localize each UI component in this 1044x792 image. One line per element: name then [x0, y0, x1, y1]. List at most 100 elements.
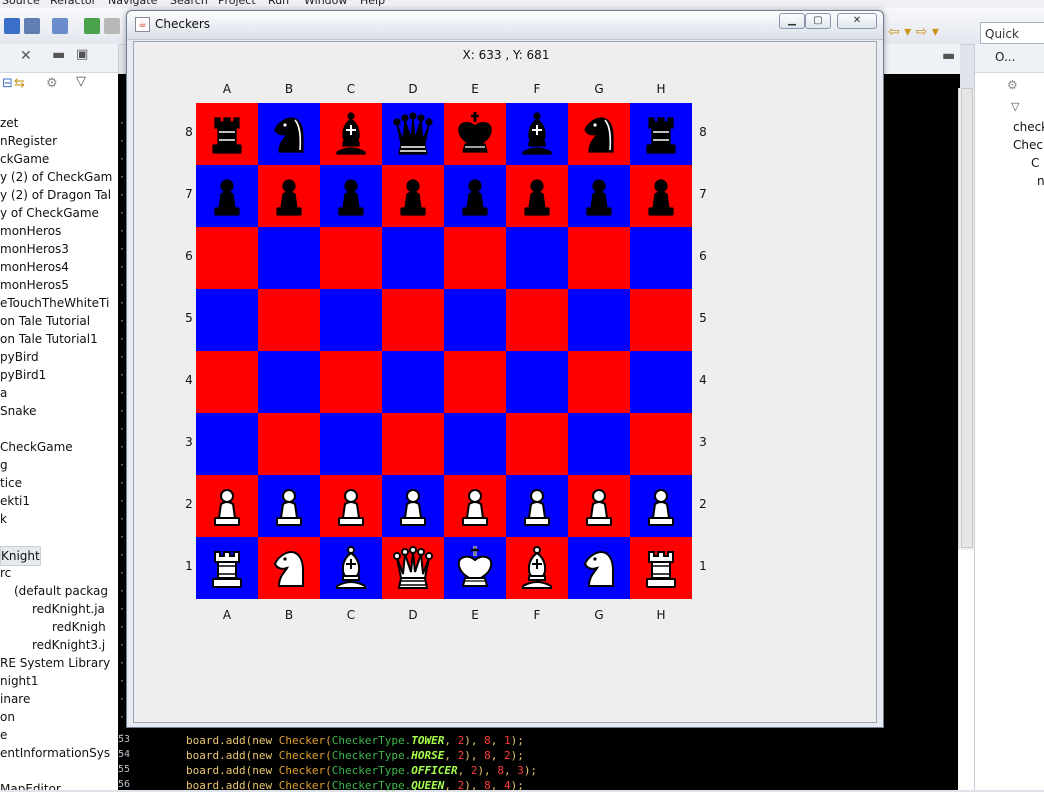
board-square-g2[interactable]	[568, 475, 630, 537]
stop-icon[interactable]	[104, 18, 120, 34]
black-bishop-icon[interactable]	[327, 110, 375, 158]
board-square-g1[interactable]	[568, 537, 630, 599]
board-square-c8[interactable]	[320, 103, 382, 165]
tree-item[interactable]: RE System Library	[0, 654, 110, 672]
black-pawn-icon[interactable]	[575, 172, 623, 220]
view-menu-icon[interactable]: ▽	[76, 74, 86, 89]
minimize-button[interactable]: ▁	[779, 13, 805, 29]
white-rook-icon[interactable]	[637, 544, 685, 592]
board-square-d5[interactable]	[382, 289, 444, 351]
debug-icon[interactable]	[52, 18, 68, 34]
board-square-e6[interactable]	[444, 227, 506, 289]
window-titlebar[interactable]: ☕ Checkers ▁ ▢ ✕	[127, 11, 883, 40]
board-square-f8[interactable]	[506, 103, 568, 165]
board-square-f1[interactable]	[506, 537, 568, 599]
board-square-c5[interactable]	[320, 289, 382, 351]
tree-item[interactable]: monHeros4	[0, 258, 69, 276]
board-square-h3[interactable]	[630, 413, 692, 475]
board-square-g7[interactable]	[568, 165, 630, 227]
board-square-a7[interactable]	[196, 165, 258, 227]
board-square-h7[interactable]	[630, 165, 692, 227]
close-icon[interactable]: ✕	[20, 48, 32, 64]
board-square-e3[interactable]	[444, 413, 506, 475]
tree-item[interactable]: Knight	[0, 546, 41, 566]
board-square-h2[interactable]	[630, 475, 692, 537]
white-pawn-icon[interactable]	[575, 482, 623, 530]
black-king-icon[interactable]	[451, 110, 499, 158]
white-king-icon[interactable]	[451, 544, 499, 592]
menu-search[interactable]: Search	[170, 0, 208, 7]
board-square-d7[interactable]	[382, 165, 444, 227]
editor-vertical-scrollbar[interactable]	[958, 88, 975, 550]
board-square-h8[interactable]	[630, 103, 692, 165]
white-pawn-icon[interactable]	[513, 482, 561, 530]
run-icon[interactable]	[84, 18, 100, 34]
outline-view-icon[interactable]: ⚙	[1007, 78, 1018, 92]
code-line[interactable]: board.add(new Checker(CheckerType.HORSE,…	[186, 749, 524, 762]
save-icon[interactable]	[4, 18, 20, 34]
tree-item[interactable]: redKnight.ja	[32, 600, 105, 618]
code-line[interactable]: board.add(new Checker(CheckerType.TOWER,…	[186, 734, 524, 747]
board-square-a4[interactable]	[196, 351, 258, 413]
board-square-e7[interactable]	[444, 165, 506, 227]
tree-item[interactable]: a	[0, 384, 7, 402]
tree-item[interactable]: pyBird1	[0, 366, 46, 384]
tree-item[interactable]: (default packag	[14, 582, 108, 600]
board-square-d3[interactable]	[382, 413, 444, 475]
board-square-b6[interactable]	[258, 227, 320, 289]
black-knight-icon[interactable]	[265, 110, 313, 158]
black-rook-icon[interactable]	[203, 110, 251, 158]
code-line[interactable]: board.add(new Checker(CheckerType.QUEEN,…	[186, 779, 524, 792]
menu-run[interactable]: Run	[268, 0, 289, 7]
board-square-d6[interactable]	[382, 227, 444, 289]
board-square-f7[interactable]	[506, 165, 568, 227]
board-square-f5[interactable]	[506, 289, 568, 351]
checkers-canvas[interactable]: X: 633 , Y: 681 A A B B C C D D E E F F …	[133, 41, 877, 723]
tree-item[interactable]: nRegister	[0, 132, 57, 150]
tree-item[interactable]: on Tale Tutorial	[0, 312, 90, 330]
menu-refactor[interactable]: Refactor	[50, 0, 96, 7]
tree-item[interactable]: inare	[0, 690, 30, 708]
link-editor-icon[interactable]: ⇆	[14, 76, 25, 91]
board-square-f3[interactable]	[506, 413, 568, 475]
board-square-f6[interactable]	[506, 227, 568, 289]
black-bishop-icon[interactable]	[513, 110, 561, 158]
white-pawn-icon[interactable]	[637, 482, 685, 530]
black-queen-icon[interactable]	[389, 110, 437, 158]
board-square-f2[interactable]	[506, 475, 568, 537]
tree-item[interactable]: y (2) of CheckGam	[0, 168, 112, 186]
black-pawn-icon[interactable]	[265, 172, 313, 220]
board-square-g3[interactable]	[568, 413, 630, 475]
black-pawn-icon[interactable]	[451, 172, 499, 220]
menu-help[interactable]: Help	[360, 0, 385, 7]
board-square-a5[interactable]	[196, 289, 258, 351]
white-pawn-icon[interactable]	[265, 482, 313, 530]
board-square-a1[interactable]	[196, 537, 258, 599]
tree-item[interactable]: e	[0, 726, 7, 744]
board-square-c3[interactable]	[320, 413, 382, 475]
tree-item[interactable]: ckGame	[0, 150, 49, 168]
white-queen-icon[interactable]	[389, 544, 437, 592]
white-rook-icon[interactable]	[203, 544, 251, 592]
board-square-h6[interactable]	[630, 227, 692, 289]
board-square-d4[interactable]	[382, 351, 444, 413]
board-square-c2[interactable]	[320, 475, 382, 537]
white-bishop-icon[interactable]	[327, 544, 375, 592]
board-square-c4[interactable]	[320, 351, 382, 413]
white-pawn-icon[interactable]	[451, 482, 499, 530]
tree-item[interactable]: y of CheckGame	[0, 204, 99, 222]
board-square-a6[interactable]	[196, 227, 258, 289]
white-bishop-icon[interactable]	[513, 544, 561, 592]
tree-item[interactable]: ekti1	[0, 492, 30, 510]
black-pawn-icon[interactable]	[637, 172, 685, 220]
board-square-e4[interactable]	[444, 351, 506, 413]
board-square-e8[interactable]	[444, 103, 506, 165]
board-square-b8[interactable]	[258, 103, 320, 165]
board-square-f4[interactable]	[506, 351, 568, 413]
outline-item[interactable]: n	[1037, 174, 1044, 188]
tree-item[interactable]: on	[0, 708, 15, 726]
tree-item[interactable]: monHeros5	[0, 276, 69, 294]
tree-item[interactable]: monHeros	[0, 222, 61, 240]
board-square-h4[interactable]	[630, 351, 692, 413]
minimize-icon[interactable]: ▬	[52, 47, 65, 63]
